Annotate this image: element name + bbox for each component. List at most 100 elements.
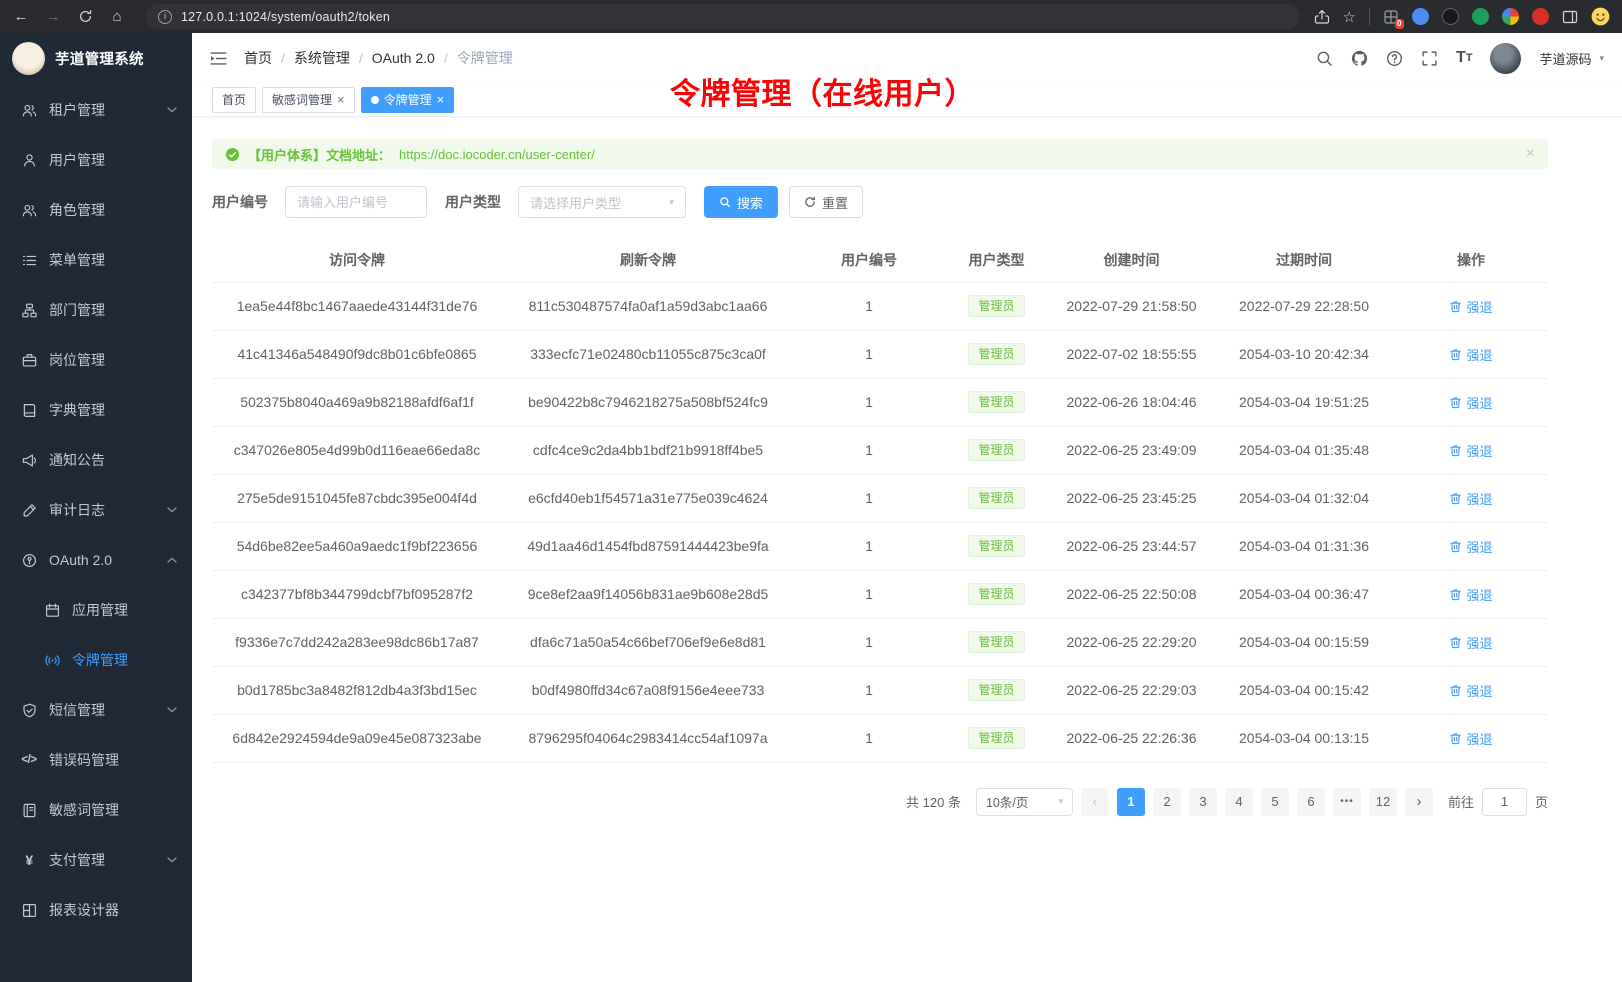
force-logout-button[interactable]: 强退 bbox=[1449, 345, 1492, 364]
extension-green-icon[interactable] bbox=[1472, 8, 1489, 25]
refresh-token-cell: 811c530487574fa0af1a59d3abc1aa66 bbox=[502, 282, 794, 330]
collapse-menu-icon[interactable] bbox=[192, 33, 244, 83]
sidebar-item-errcode[interactable]: </> 错误码管理 bbox=[0, 735, 192, 785]
force-logout-button[interactable]: 强退 bbox=[1449, 297, 1492, 316]
github-icon[interactable] bbox=[1351, 50, 1368, 67]
page-button-2[interactable]: 2 bbox=[1153, 788, 1181, 816]
action-cell: 强退 bbox=[1394, 426, 1548, 474]
reset-button[interactable]: 重置 bbox=[789, 186, 863, 218]
search-button-label: 搜索 bbox=[737, 193, 763, 212]
sidebar-item-tenant[interactable]: 租户管理 bbox=[0, 85, 192, 135]
home-icon[interactable]: ⌂ bbox=[108, 8, 126, 25]
action-cell: 强退 bbox=[1394, 522, 1548, 570]
breadcrumb-item: 令牌管理 bbox=[457, 48, 513, 68]
extension-dark-icon[interactable] bbox=[1442, 8, 1459, 25]
force-logout-button[interactable]: 强退 bbox=[1449, 729, 1492, 748]
help-icon[interactable] bbox=[1386, 50, 1403, 67]
expire-time-cell: 2054-03-04 00:36:47 bbox=[1214, 570, 1394, 618]
more-pages-button[interactable]: ••• bbox=[1333, 788, 1361, 816]
search-icon[interactable] bbox=[1316, 50, 1333, 67]
force-logout-button[interactable]: 强退 bbox=[1449, 537, 1492, 556]
sidebar-item-pay[interactable]: ¥ 支付管理 bbox=[0, 835, 192, 885]
user-id-input[interactable] bbox=[285, 186, 427, 218]
sidebar-item-notice[interactable]: 通知公告 bbox=[0, 435, 192, 485]
force-logout-button[interactable]: 强退 bbox=[1449, 681, 1492, 700]
breadcrumb-item[interactable]: 首页 bbox=[244, 48, 272, 68]
sidebar-item-post[interactable]: 岗位管理 bbox=[0, 335, 192, 385]
next-page-button[interactable]: › bbox=[1405, 788, 1433, 816]
page-button-5[interactable]: 5 bbox=[1261, 788, 1289, 816]
force-logout-button[interactable]: 强退 bbox=[1449, 393, 1492, 412]
alert-link[interactable]: https://doc.iocoder.cn/user-center/ bbox=[399, 147, 595, 162]
breadcrumb-item[interactable]: OAuth 2.0 bbox=[372, 50, 435, 66]
sidebar-item-app[interactable]: 应用管理 bbox=[0, 585, 192, 635]
close-tab-icon[interactable]: × bbox=[337, 93, 345, 106]
app-logo[interactable]: 芋道管理系统 bbox=[0, 33, 192, 83]
delete-icon bbox=[1449, 492, 1462, 505]
tab-sensitive-word[interactable]: 敏感词管理 × bbox=[262, 87, 355, 113]
filter-bar: 用户编号 用户类型 请选择用户类型 ▾ 搜索 重置 bbox=[212, 186, 1548, 218]
user-avatar[interactable] bbox=[1490, 43, 1521, 74]
extension-pinwheel-icon[interactable] bbox=[1502, 8, 1519, 25]
sidebar-item-audit[interactable]: 审计日志 bbox=[0, 485, 192, 535]
page-button-6[interactable]: 6 bbox=[1297, 788, 1325, 816]
address-bar[interactable]: i 127.0.0.1:1024/system/oauth2/token bbox=[146, 4, 1300, 29]
forward-icon[interactable]: → bbox=[44, 8, 62, 25]
font-size-icon[interactable]: TT bbox=[1456, 49, 1473, 67]
user-menu-caret-icon[interactable]: ▾ bbox=[1599, 53, 1604, 64]
profile-avatar-icon[interactable] bbox=[1591, 7, 1610, 26]
sidebar-item-user[interactable]: 用户管理 bbox=[0, 135, 192, 185]
force-logout-button[interactable]: 强退 bbox=[1449, 489, 1492, 508]
prev-page-button[interactable]: ‹ bbox=[1081, 788, 1109, 816]
tabs-bar: 首页 敏感词管理 × 令牌管理 × bbox=[192, 83, 1622, 117]
force-logout-button[interactable]: 强退 bbox=[1449, 585, 1492, 604]
page-button-3[interactable]: 3 bbox=[1189, 788, 1217, 816]
site-info-icon[interactable]: i bbox=[158, 10, 172, 24]
page-button-4[interactable]: 4 bbox=[1225, 788, 1253, 816]
user-type-select[interactable]: 请选择用户类型 ▾ bbox=[518, 186, 686, 218]
sidebar-submenu: 应用管理 令牌管理 bbox=[0, 585, 192, 685]
fullscreen-icon[interactable] bbox=[1421, 50, 1438, 67]
reload-icon[interactable] bbox=[76, 9, 94, 24]
search-button[interactable]: 搜索 bbox=[704, 186, 778, 218]
tab-token-management[interactable]: 令牌管理 × bbox=[361, 87, 455, 113]
sidebar-item-sms[interactable]: 短信管理 bbox=[0, 685, 192, 735]
sidebar: 芋道管理系统 租户管理 用户管理 角色管理 菜单管理 部门管理 岗位管理 字典管… bbox=[0, 33, 192, 982]
page-button-1[interactable]: 1 bbox=[1117, 788, 1145, 816]
sidebar-item-sensitive[interactable]: 敏感词管理 bbox=[0, 785, 192, 835]
page-button-12[interactable]: 12 bbox=[1369, 788, 1397, 816]
close-tab-icon[interactable]: × bbox=[437, 93, 445, 106]
sidebar-item-dict[interactable]: 字典管理 bbox=[0, 385, 192, 435]
tab-home[interactable]: 首页 bbox=[212, 87, 256, 113]
refresh-token-cell: be90422b8c7946218275a508bf524fc9 bbox=[502, 378, 794, 426]
force-logout-label: 强退 bbox=[1466, 537, 1492, 556]
delete-icon bbox=[1449, 444, 1462, 457]
sidebar-item-dept[interactable]: 部门管理 bbox=[0, 285, 192, 335]
action-cell: 强退 bbox=[1394, 282, 1548, 330]
force-logout-label: 强退 bbox=[1466, 729, 1492, 748]
sidebar-item-menu[interactable]: 菜单管理 bbox=[0, 235, 192, 285]
sidebar-panel-icon[interactable] bbox=[1562, 9, 1578, 25]
refresh-token-cell: dfa6c71a50a54c66bef706ef9e6e8d81 bbox=[502, 618, 794, 666]
sidebar-item-oauth[interactable]: OAuth 2.0 bbox=[0, 535, 192, 585]
username[interactable]: 芋道源码 bbox=[1539, 49, 1591, 68]
alert-close-icon[interactable]: × bbox=[1526, 145, 1535, 163]
extension-blue-icon[interactable] bbox=[1412, 8, 1429, 25]
goto-page-input[interactable] bbox=[1482, 788, 1527, 816]
share-icon[interactable] bbox=[1314, 9, 1330, 25]
access-token-cell: 502375b8040a469a9b82188afdf6af1f bbox=[212, 378, 502, 426]
bookmark-star-icon[interactable]: ☆ bbox=[1343, 8, 1356, 26]
force-logout-button[interactable]: 强退 bbox=[1449, 633, 1492, 652]
extension-grid-icon[interactable]: 0 bbox=[1383, 9, 1399, 25]
user-id-cell: 1 bbox=[794, 378, 944, 426]
expire-time-cell: 2054-03-10 20:42:34 bbox=[1214, 330, 1394, 378]
force-logout-button[interactable]: 强退 bbox=[1449, 441, 1492, 460]
sidebar-item-report[interactable]: 报表设计器 bbox=[0, 885, 192, 935]
breadcrumb-item[interactable]: 系统管理 bbox=[294, 48, 350, 68]
back-icon[interactable]: ← bbox=[12, 8, 30, 25]
access-token-cell: 1ea5e44f8bc1467aaede43144f31de76 bbox=[212, 282, 502, 330]
extension-red-icon[interactable] bbox=[1532, 8, 1549, 25]
page-size-select[interactable]: 10条/页▾ bbox=[976, 788, 1073, 816]
sidebar-item-role[interactable]: 角色管理 bbox=[0, 185, 192, 235]
sidebar-item-token[interactable]: 令牌管理 bbox=[0, 635, 192, 685]
